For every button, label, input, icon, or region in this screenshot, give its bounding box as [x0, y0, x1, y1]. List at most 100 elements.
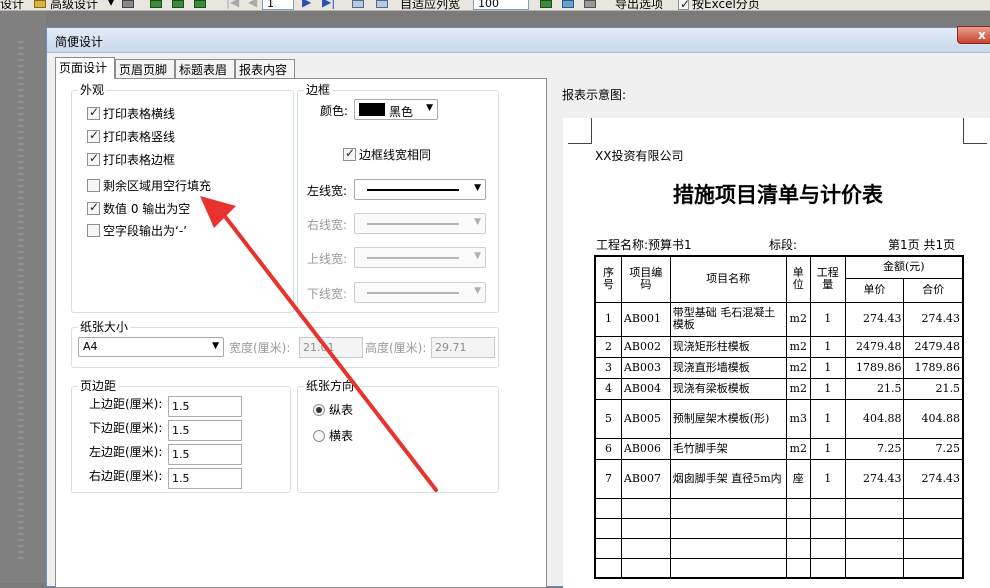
left-width-select[interactable]: ▼ [354, 179, 486, 200]
left-margin-field[interactable]: 1.5 [168, 444, 242, 465]
checkbox-label: 数值 0 输出为空 [103, 202, 191, 216]
table-cell-code: AB001 [620, 301, 671, 337]
chevron-down-icon: ▼ [426, 103, 433, 113]
checkbox-box[interactable] [87, 151, 100, 166]
table-cell-empty [903, 517, 964, 539]
radio-circle[interactable] [313, 430, 325, 442]
header-code: 项目编码 [620, 255, 671, 303]
zoom-out-icon[interactable] [376, 0, 388, 8]
next-page-icon[interactable] [194, 0, 206, 8]
border-group-label: 边框 [304, 83, 333, 97]
header-unit-price: 单价 [844, 277, 905, 303]
paper-width-field[interactable]: 21.01 [299, 337, 363, 358]
paper-size-select[interactable]: A4 ▼ [78, 337, 224, 357]
right-margin-field[interactable]: 1.5 [168, 468, 242, 489]
table-row: 3 AB003 现浇直形墙模板 m2 1 1789.86 1789.86 [594, 356, 964, 379]
close-button[interactable]: x [957, 26, 990, 44]
header-name: 项目名称 [669, 255, 787, 303]
bottom-margin-field[interactable]: 1.5 [168, 420, 242, 441]
radio-label: 横表 [329, 429, 354, 443]
zero-as-blank-checkbox[interactable]: 数值 0 输出为空 [87, 200, 190, 217]
table-cell-empty [785, 517, 811, 539]
table-row: 5 AB005 预制屋架木模板(形) m3 1 404.88 404.88 [594, 398, 964, 439]
table-cell-price: 274.43 [844, 301, 905, 337]
same-width-checkbox[interactable]: 边框线宽相同 [343, 146, 431, 163]
paper-height-field[interactable]: 29.71 [431, 337, 495, 358]
table-cell-name: 烟囱脚手架 直径5m内 [669, 458, 787, 499]
dialog-titlebar[interactable]: 简便设计 x [47, 26, 990, 53]
next-arrow-icon[interactable]: ▶ [302, 0, 311, 9]
portrait-radio[interactable]: 纵表 [313, 401, 353, 418]
checkbox-box[interactable] [87, 128, 100, 143]
first-page-icon[interactable] [150, 0, 162, 8]
table-cell-qty: 1 [809, 335, 846, 358]
tab-title-header[interactable]: 标题表眉 [175, 59, 235, 78]
radio-circle[interactable] [313, 404, 325, 416]
autofit-column-button[interactable]: 自适应列宽 [400, 0, 460, 10]
table-row: 4 AB004 现浇有梁板模板 m2 1 21.5 21.5 [594, 377, 964, 400]
prev-page-icon[interactable] [172, 0, 184, 8]
table-icon[interactable] [584, 0, 596, 8]
last-arrow-icon[interactable]: ▶| [322, 0, 335, 9]
table-cell-code: AB007 [620, 458, 671, 499]
excel-icon[interactable] [540, 0, 552, 8]
table-row: 1 AB001 带型基础 毛石混凝土模板 m2 1 274.43 274.43 [594, 301, 964, 337]
table-cell-name: 现浇有梁板模板 [669, 377, 787, 400]
table-cell-qty: 1 [809, 437, 846, 460]
table-cell-unit: m3 [785, 398, 811, 439]
table-cell-total: 404.88 [903, 398, 964, 439]
print-icon[interactable] [122, 0, 134, 8]
preview-label: 报表示意图: [562, 88, 627, 102]
tab-page-design[interactable]: 页面设计 [55, 57, 115, 79]
export-option-button[interactable]: 导出选项 [615, 0, 663, 10]
bottom-margin-label: 下边距(厘米): [89, 421, 163, 435]
first-arrow-icon[interactable]: |◀ [226, 0, 239, 9]
color-select[interactable]: 黑色 ▼ [354, 99, 438, 120]
zoom-select[interactable]: 100 [473, 0, 529, 10]
bottom-width-select[interactable]: ▼ [354, 282, 486, 303]
right-width-select[interactable]: ▼ [354, 213, 486, 234]
advanced-design-button[interactable]: 高级设计 [50, 0, 98, 10]
tab-header-footer[interactable]: 页眉页脚 [115, 59, 175, 78]
fill-empty-rows-checkbox[interactable]: 剩余区域用空行填充 [87, 177, 211, 194]
print-border-checkbox[interactable]: 打印表格边框 [87, 151, 175, 168]
tab-report-content[interactable]: 报表内容 [235, 59, 295, 78]
color-value: 黑色 [389, 105, 414, 119]
checkbox-box[interactable] [87, 200, 100, 215]
paper-size-value: A4 [83, 340, 98, 353]
table-cell-unit: m2 [785, 301, 811, 337]
table-cell-price: 21.5 [844, 377, 905, 400]
print-h-lines-checkbox[interactable]: 打印表格横线 [87, 105, 175, 122]
zoom-in-icon[interactable] [352, 0, 364, 8]
checkbox-box[interactable] [87, 105, 100, 120]
checkbox-box[interactable] [87, 179, 100, 192]
table-cell-empty [809, 537, 846, 559]
header-seq: 序号 [594, 255, 622, 303]
dropdown-arrow-icon[interactable]: ▾ [108, 0, 114, 9]
table-cell-empty [594, 517, 622, 539]
excel-pages-checkbox[interactable]: 按Excel分页 [678, 0, 760, 11]
paper-size-group-label: 纸张大小 [78, 320, 131, 334]
prev-arrow-icon[interactable]: ◀ [248, 0, 257, 9]
table-cell-seq: 4 [594, 377, 622, 400]
landscape-radio[interactable]: 横表 [313, 427, 353, 444]
excel-pages-label: 按Excel分页 [692, 0, 760, 11]
crop-mark [568, 118, 592, 144]
top-width-select[interactable]: ▼ [354, 247, 486, 268]
table-cell-empty [785, 557, 811, 579]
empty-as-dash-checkbox[interactable]: 空字段输出为‘-’ [87, 222, 187, 239]
orientation-group-label: 纸张方向 [304, 379, 357, 393]
export-icon[interactable] [562, 0, 574, 8]
right-margin-label: 右边距(厘米): [89, 469, 163, 483]
table-cell-seq: 7 [594, 458, 622, 499]
print-v-lines-checkbox[interactable]: 打印表格竖线 [87, 128, 175, 145]
paper-height-label: 高度(厘米): [365, 341, 427, 355]
design-button[interactable]: 设计 [0, 0, 24, 10]
checkbox-box[interactable] [87, 224, 100, 237]
page-number-field[interactable]: 1 [262, 0, 294, 10]
checkbox-box[interactable] [343, 146, 356, 161]
top-margin-field[interactable]: 1.5 [168, 396, 242, 417]
table-cell-qty: 1 [809, 356, 846, 379]
company-name: XX投资有限公司 [595, 149, 684, 163]
table-cell-code: AB005 [620, 398, 671, 439]
